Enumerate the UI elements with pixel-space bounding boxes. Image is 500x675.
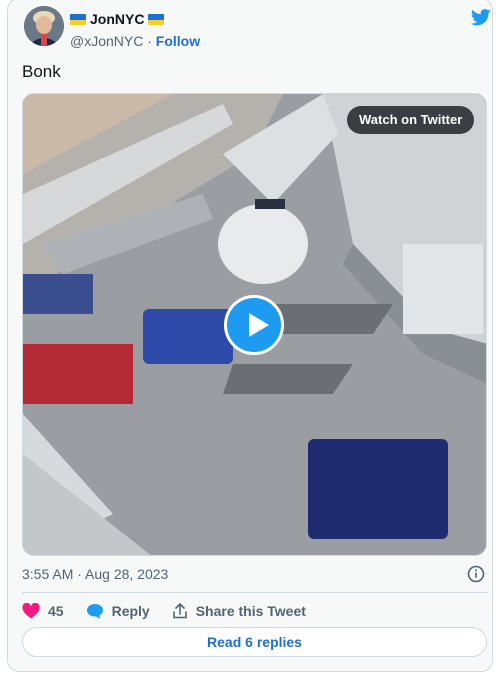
author-block: JonNYC @xJonNYC · Follow	[70, 10, 200, 50]
reply-button[interactable]: Reply	[86, 603, 150, 619]
video-player[interactable]: Watch on Twitter	[22, 93, 487, 556]
share-icon	[172, 603, 187, 619]
follow-button[interactable]: Follow	[156, 33, 200, 49]
author-handle-row: @xJonNYC · Follow	[70, 32, 200, 50]
play-button[interactable]	[224, 295, 284, 355]
verified-flag-icon	[148, 13, 165, 25]
author-handle[interactable]: @xJonNYC	[70, 33, 143, 49]
separator-dot: ·	[147, 33, 152, 49]
tweet-text: Bonk	[22, 62, 61, 81]
twitter-bird-icon[interactable]	[470, 8, 492, 28]
divider	[22, 592, 487, 593]
share-button[interactable]: Share this Tweet	[172, 603, 306, 619]
info-icon[interactable]	[467, 565, 485, 583]
share-label: Share this Tweet	[195, 603, 306, 619]
tweet-actions: 45 Reply Share this Tweet	[22, 600, 328, 622]
avatar-image	[24, 6, 64, 46]
tweet-timestamp[interactable]: 3:55 AM · Aug 28, 2023	[22, 566, 168, 582]
author-name[interactable]: JonNYC	[90, 10, 144, 28]
reply-label: Reply	[111, 603, 150, 619]
verified-flag-icon	[70, 13, 86, 25]
like-count: 45	[48, 603, 64, 619]
play-icon	[249, 313, 269, 337]
read-replies-button[interactable]: Read 6 replies	[22, 627, 487, 657]
reply-bubble-icon	[86, 604, 103, 619]
author-name-row: JonNYC	[70, 10, 200, 28]
avatar[interactable]	[24, 6, 64, 46]
watch-on-twitter-button[interactable]: Watch on Twitter	[347, 106, 475, 134]
like-button[interactable]: 45	[22, 603, 64, 619]
heart-icon	[22, 603, 40, 619]
